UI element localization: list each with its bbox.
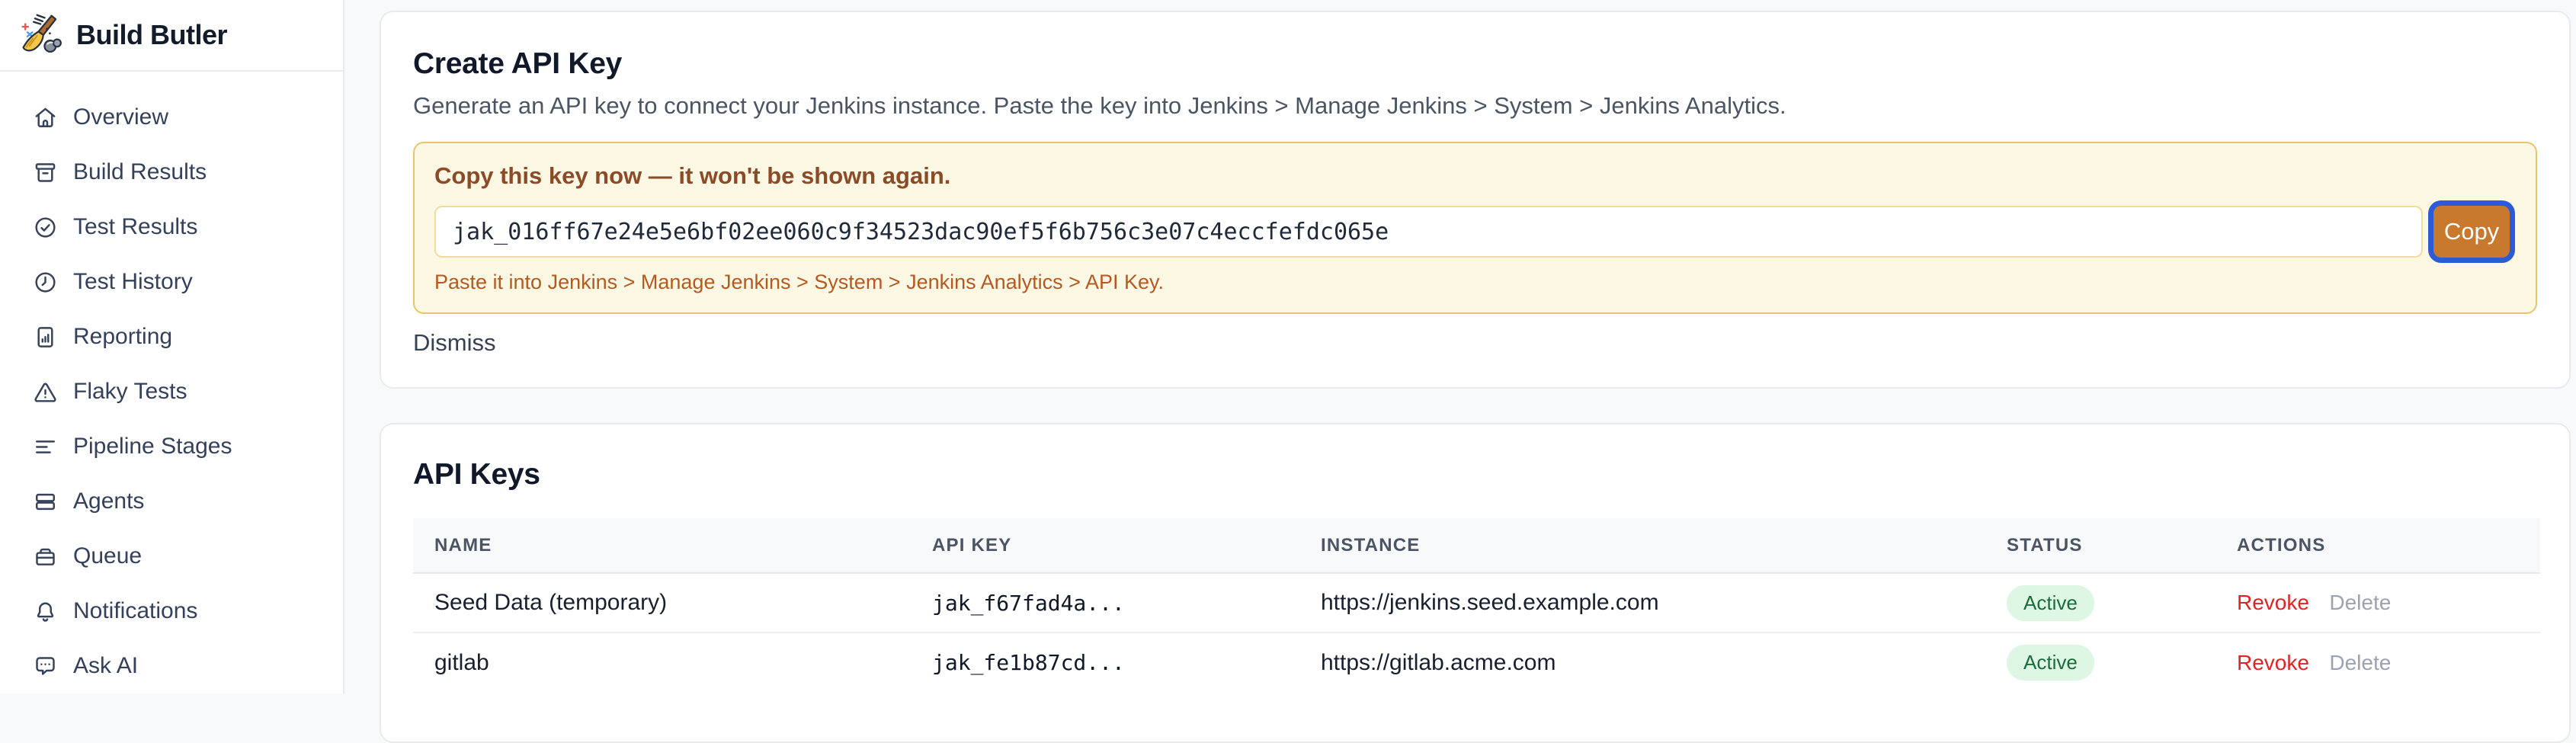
key-paste-hint: Paste it into Jenkins > Manage Jenkins >…	[434, 270, 2516, 294]
server-icon	[33, 489, 58, 514]
delete-button[interactable]: Delete	[2329, 591, 2391, 615]
main-content: Create API Key Generate an API key to co…	[344, 0, 2576, 693]
sidebar: Build Butler Overview Build Results Test…	[0, 0, 344, 693]
check-circle-icon	[33, 215, 58, 240]
sidebar-item-queue[interactable]: Queue	[0, 529, 343, 584]
sidebar-item-label: Agents	[73, 488, 144, 514]
column-header-instance: INSTANCE	[1321, 518, 2007, 573]
sidebar-item-ask-ai[interactable]: Ask AI	[0, 639, 343, 693]
key-name-cell: gitlab	[413, 633, 932, 692]
broom-logo-icon	[20, 13, 64, 57]
key-masked-cell: jak_f67fad4a...	[932, 573, 1321, 633]
table-row: Seed Data (temporary) jak_f67fad4a... ht…	[413, 573, 2540, 633]
api-keys-table: NAME API KEY INSTANCE STATUS ACTIONS See…	[413, 518, 2540, 692]
column-header-status: STATUS	[2007, 518, 2237, 573]
sidebar-item-agents[interactable]: Agents	[0, 474, 343, 529]
api-key-input[interactable]	[434, 206, 2423, 258]
clock-icon	[33, 270, 58, 295]
key-warning-heading: Copy this key now — it won't be shown ag…	[434, 162, 2516, 191]
sidebar-item-flaky-tests[interactable]: Flaky Tests	[0, 364, 343, 419]
key-warning-panel: Copy this key now — it won't be shown ag…	[413, 142, 2537, 314]
table-header-row: NAME API KEY INSTANCE STATUS ACTIONS	[413, 518, 2540, 573]
create-api-key-title: Create API Key	[413, 47, 2537, 81]
column-header-name: NAME	[413, 518, 932, 573]
copy-button[interactable]: Copy	[2433, 206, 2510, 258]
toolbox-icon	[33, 544, 58, 569]
sidebar-item-label: Test History	[73, 269, 193, 295]
key-name-cell: Seed Data (temporary)	[413, 573, 932, 633]
create-api-key-card: Create API Key Generate an API key to co…	[380, 11, 2571, 389]
delete-button[interactable]: Delete	[2329, 651, 2391, 675]
sidebar-item-pipeline-stages[interactable]: Pipeline Stages	[0, 419, 343, 474]
status-badge: Active	[2007, 645, 2094, 681]
sidebar-item-reporting[interactable]: Reporting	[0, 309, 343, 364]
create-api-key-description: Generate an API key to connect your Jenk…	[413, 91, 2537, 120]
key-instance-cell: https://jenkins.seed.example.com	[1321, 573, 2007, 633]
key-instance-cell: https://gitlab.acme.com	[1321, 633, 2007, 692]
document-chart-icon	[33, 325, 58, 350]
sidebar-item-test-results[interactable]: Test Results	[0, 200, 343, 255]
revoke-button[interactable]: Revoke	[2237, 651, 2309, 675]
sidebar-item-label: Flaky Tests	[73, 379, 187, 405]
api-keys-title: API Keys	[413, 424, 2537, 492]
sidebar-item-label: Reporting	[73, 324, 172, 350]
sidebar-item-notifications[interactable]: Notifications	[0, 584, 343, 639]
sidebar-item-label: Notifications	[73, 598, 197, 624]
key-masked-cell: jak_fe1b87cd...	[932, 633, 1321, 692]
bars-icon	[33, 434, 58, 460]
bell-icon	[33, 599, 58, 624]
archive-box-icon	[33, 160, 58, 185]
app-logo: Build Butler	[0, 0, 343, 72]
status-badge: Active	[2007, 585, 2094, 621]
revoke-button[interactable]: Revoke	[2237, 591, 2309, 615]
home-icon	[33, 105, 58, 130]
sidebar-item-label: Overview	[73, 104, 168, 130]
api-keys-card: API Keys NAME API KEY INSTANCE STATUS AC…	[380, 423, 2571, 743]
sidebar-item-label: Queue	[73, 543, 142, 569]
warning-triangle-icon	[33, 380, 58, 405]
sidebar-item-overview[interactable]: Overview	[0, 90, 343, 145]
key-row: Copy	[434, 206, 2516, 258]
column-header-actions: ACTIONS	[2237, 518, 2540, 573]
sidebar-item-test-history[interactable]: Test History	[0, 255, 343, 309]
sidebar-item-label: Ask AI	[73, 653, 138, 679]
app-root: Build Butler Overview Build Results Test…	[0, 0, 2576, 693]
sidebar-item-label: Test Results	[73, 214, 197, 240]
column-header-api-key: API KEY	[932, 518, 1321, 573]
dismiss-button[interactable]: Dismiss	[413, 329, 496, 357]
sidebar-nav: Overview Build Results Test Results Test…	[0, 72, 343, 693]
sidebar-item-build-results[interactable]: Build Results	[0, 145, 343, 200]
app-title: Build Butler	[76, 19, 227, 51]
chat-bubble-icon	[33, 654, 58, 679]
table-row: gitlab jak_fe1b87cd... https://gitlab.ac…	[413, 633, 2540, 692]
sidebar-item-label: Pipeline Stages	[73, 434, 232, 460]
sidebar-item-label: Build Results	[73, 159, 207, 185]
